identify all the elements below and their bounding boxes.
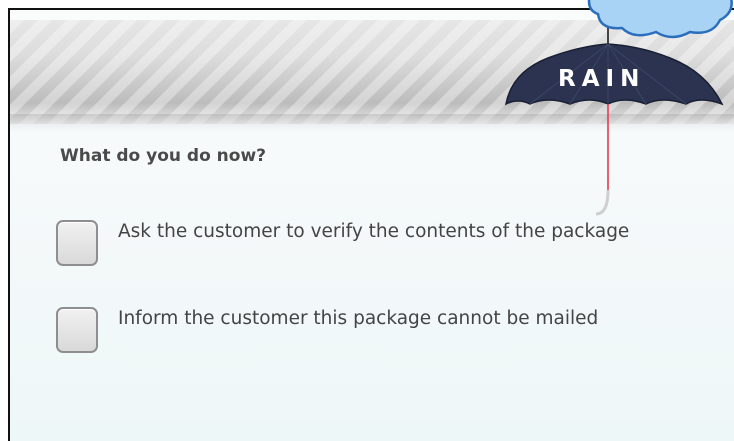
answer-checkbox-verify-contents[interactable]: [56, 220, 98, 266]
question-heading: What do you do now?: [60, 146, 267, 166]
cloud-shape: [587, 0, 733, 39]
umbrella-brand-label: RAIN: [558, 66, 646, 92]
answer-checkbox-cannot-mail[interactable]: [56, 307, 98, 353]
answer-label-verify-contents[interactable]: Ask the customer to verify the contents …: [118, 217, 638, 247]
header-shadow: [10, 114, 734, 132]
answer-label-cannot-mail[interactable]: Inform the customer this package cannot …: [118, 304, 638, 334]
cloud-icon: [580, 0, 734, 44]
